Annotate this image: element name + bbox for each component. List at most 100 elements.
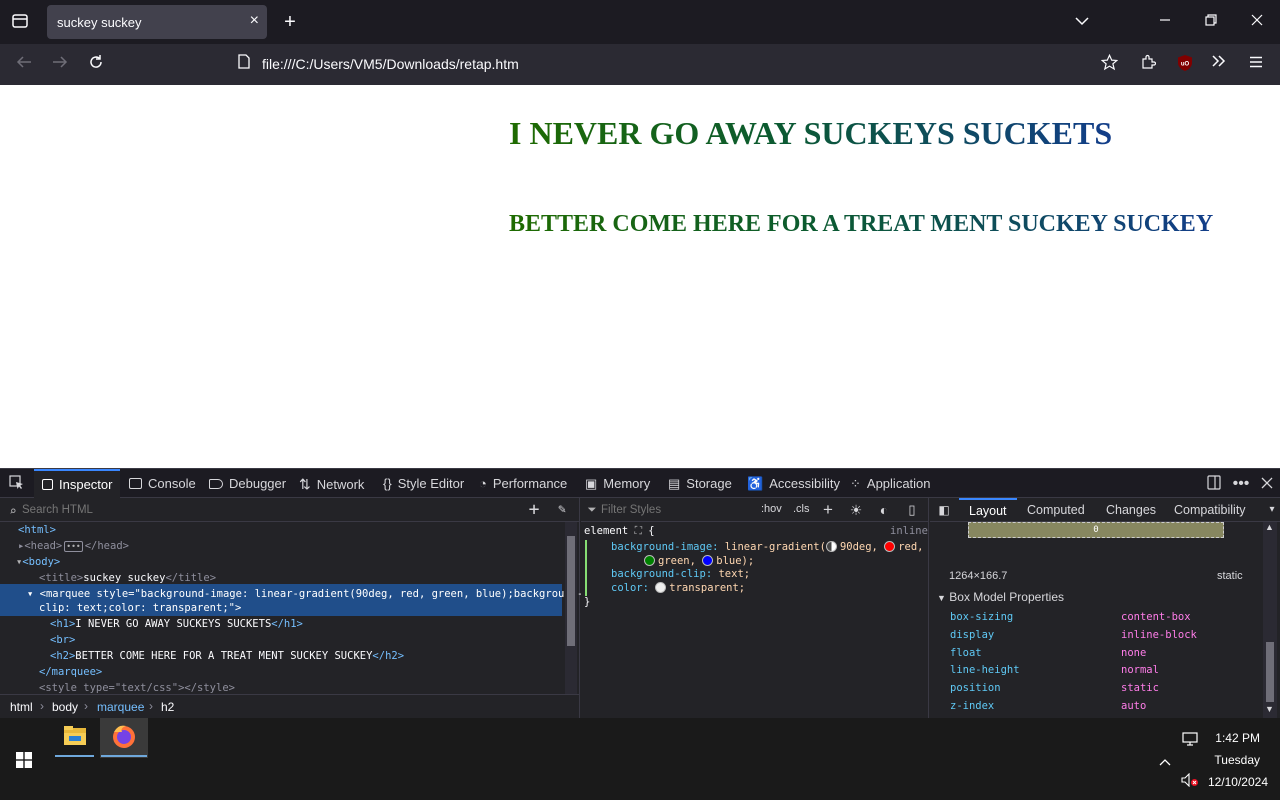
file-explorer-taskbar-icon[interactable] — [54, 718, 95, 758]
more-tools-chevron-icon[interactable] — [1209, 54, 1229, 74]
element-position: static — [1217, 570, 1243, 582]
add-node-icon[interactable]: + — [525, 500, 543, 520]
light-scheme-icon[interactable]: ☀ — [847, 500, 865, 520]
page-heading-h2: BETTER COME HERE FOR A TREAT MENT SUCKEY… — [509, 211, 1214, 237]
tab-performance[interactable]: ◔ Performance — [479, 469, 567, 499]
hamburger-menu-icon[interactable] — [1246, 54, 1266, 74]
decl-background-clip[interactable]: background-clip: text; — [611, 568, 750, 580]
back-icon[interactable] — [14, 54, 34, 76]
breadcrumb-html[interactable]: html — [10, 700, 33, 714]
url-bar[interactable]: file:///C:/Users/VM5/Downloads/retap.htm — [228, 49, 1138, 79]
markup-scrollbar[interactable] — [565, 522, 577, 694]
tabs-overflow-icon[interactable]: ▾ — [1266, 500, 1278, 520]
svg-text:uO: uO — [1181, 62, 1190, 68]
tree-line-marquee-close[interactable]: </marquee> — [39, 666, 102, 678]
ublock-origin-icon[interactable]: uO — [1175, 54, 1195, 78]
angle-swatch-icon[interactable] — [825, 541, 837, 552]
scrollbar-thumb[interactable] — [1266, 642, 1274, 702]
print-media-icon[interactable]: ▯ — [903, 500, 921, 520]
layout-scrollbar[interactable]: ▲ ▼ — [1263, 522, 1277, 718]
scrollbar-thumb[interactable] — [567, 536, 575, 646]
clock-time[interactable]: 1:42 PM — [1200, 731, 1260, 745]
windows-start-icon[interactable] — [16, 752, 32, 768]
color-swatch-transparent[interactable] — [655, 582, 667, 593]
windows-taskbar: 1:42 PM Tuesday 12/10/2024 — [0, 718, 1280, 800]
network-icon[interactable] — [1182, 732, 1198, 746]
tab-console[interactable]: Console — [129, 469, 196, 499]
hov-toggle[interactable]: :hov — [761, 503, 782, 515]
breadcrumb-body[interactable]: body — [52, 700, 78, 714]
tab-accessibility[interactable]: ♿ Accessibility — [747, 469, 840, 499]
tree-line-h1[interactable]: <h1>I NEVER GO AWAY SUCKEYS SUCKETS</h1> — [50, 618, 303, 630]
firefox-view-icon[interactable] — [10, 12, 30, 36]
scroll-up-icon[interactable]: ▲ — [1265, 522, 1274, 532]
tab-network[interactable]: ⇅ Network — [299, 469, 364, 499]
reload-icon[interactable] — [86, 54, 106, 76]
eyedropper-icon[interactable]: ✎ — [553, 500, 571, 520]
bookmark-star-icon[interactable] — [1099, 53, 1119, 77]
tab-inspector[interactable]: Inspector — [34, 469, 120, 499]
box-model-properties-header[interactable]: ▼ Box Model Properties — [937, 590, 1064, 604]
rule-selector[interactable]: element ⛶ { — [584, 525, 655, 538]
tree-line-title[interactable]: <title>suckey suckey</title> — [39, 572, 216, 584]
performance-icon: ◔ — [479, 476, 487, 491]
close-window-icon[interactable] — [1247, 12, 1267, 32]
tag-text: </title> — [165, 572, 217, 584]
color-swatch-green[interactable] — [644, 555, 655, 566]
tab-storage[interactable]: ▤ Storage — [668, 469, 732, 499]
color-swatch-red[interactable] — [884, 541, 896, 552]
tree-line-html[interactable]: <html> — [18, 524, 56, 536]
minimize-icon[interactable] — [1155, 12, 1175, 32]
tree-line-style[interactable]: <style type="text/css"></style> — [39, 682, 235, 693]
tab-label: Performance — [492, 476, 568, 491]
firefox-taskbar-icon[interactable] — [100, 718, 148, 758]
list-all-tabs-icon[interactable] — [1072, 12, 1092, 32]
tree-line-marquee[interactable]: ▾ <marquee style="background-image: line… — [27, 588, 583, 600]
close-devtools-icon[interactable] — [1258, 475, 1276, 495]
show-hidden-icons-icon[interactable] — [1158, 754, 1172, 766]
toggle-sidebar-icon[interactable]: ◧ — [936, 500, 952, 520]
breadcrumb-separator-icon: › — [84, 699, 88, 713]
forward-icon[interactable] — [50, 54, 70, 76]
collapsed-ellipsis-icon[interactable]: ••• — [64, 541, 83, 552]
tree-line-head[interactable]: ▸<head> ••• </head> — [18, 540, 129, 552]
element-picker-icon[interactable] — [7, 475, 25, 496]
rule-source[interactable]: inline — [890, 525, 928, 537]
color-swatch-blue[interactable] — [702, 555, 714, 566]
add-rule-icon[interactable]: + — [819, 500, 837, 520]
tab-debugger[interactable]: Debugger — [209, 469, 286, 499]
extensions-icon[interactable] — [1138, 54, 1158, 76]
collapse-arrow-icon[interactable]: ▾ — [27, 588, 33, 600]
tree-line-h2[interactable]: <h2>BETTER COME HERE FOR A TREAT MENT SU… — [50, 650, 404, 662]
browser-tab[interactable]: suckey suckey × — [47, 5, 267, 39]
breadcrumb-marquee[interactable]: marquee — [97, 700, 144, 714]
more-options-icon[interactable]: ••• — [1232, 474, 1250, 494]
tab-style-editor[interactable]: {} Style Editor — [383, 469, 464, 499]
filter-styles-input[interactable] — [601, 501, 751, 519]
tab-layout[interactable]: Layout — [959, 498, 1017, 522]
decl-color[interactable]: color: transparent; — [611, 582, 745, 594]
dark-scheme-icon[interactable]: ◐ — [875, 500, 893, 520]
tab-compatibility[interactable]: Compatibility — [1174, 498, 1246, 522]
clock-day[interactable]: Tuesday — [1200, 753, 1260, 767]
prop-value: auto — [1121, 700, 1147, 712]
tab-computed[interactable]: Computed — [1027, 498, 1085, 522]
tab-memory[interactable]: ▣ Memory — [585, 469, 650, 499]
markup-view: ⌕ + ✎ <html> ▸<head>•••</head> ▾<body> <… — [0, 498, 583, 718]
box-model-margin[interactable]: 0 — [968, 522, 1224, 538]
tab-changes[interactable]: Changes — [1106, 498, 1156, 522]
tree-line-br[interactable]: <br> — [50, 634, 75, 646]
restore-icon[interactable] — [1201, 12, 1221, 32]
search-html-input[interactable] — [22, 501, 502, 519]
cls-toggle[interactable]: .cls — [793, 503, 810, 515]
dock-side-icon[interactable] — [1205, 475, 1223, 496]
decl-background-image[interactable]: background-image: linear-gradient(90deg,… — [611, 541, 924, 553]
scroll-down-icon[interactable]: ▼ — [1265, 704, 1274, 714]
close-tab-icon[interactable]: × — [250, 12, 259, 30]
breadcrumb-h2[interactable]: h2 — [161, 700, 174, 714]
new-tab-icon[interactable]: + — [280, 12, 300, 32]
tab-application[interactable]: ⁘ Application — [850, 469, 931, 499]
margin-value[interactable]: 0 — [1093, 525, 1098, 535]
clock-date[interactable]: 12/10/2024 — [1190, 775, 1268, 789]
tree-line-body[interactable]: ▾<body> — [16, 556, 60, 568]
